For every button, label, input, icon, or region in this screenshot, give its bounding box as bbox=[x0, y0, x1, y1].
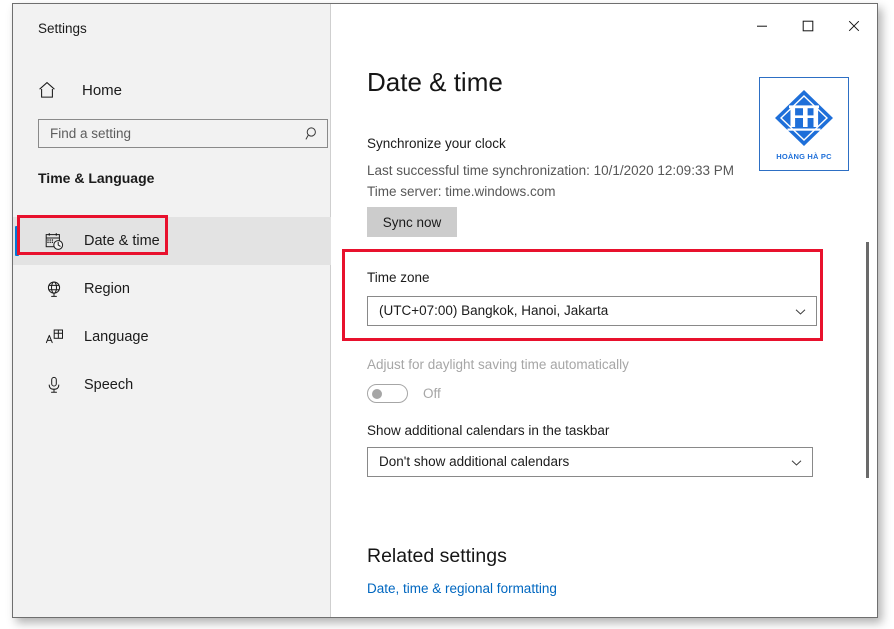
page-title: Date & time bbox=[367, 68, 503, 97]
minimize-button[interactable] bbox=[739, 4, 785, 48]
window-title: Settings bbox=[38, 22, 87, 36]
calendars-label: Show additional calendars in the taskbar bbox=[367, 424, 609, 438]
related-settings-title: Related settings bbox=[367, 546, 507, 567]
close-button[interactable] bbox=[831, 4, 877, 48]
related-settings-link[interactable]: Date, time & regional formatting bbox=[367, 582, 557, 596]
search-box[interactable] bbox=[38, 119, 328, 148]
dst-label: Adjust for daylight saving time automati… bbox=[367, 358, 629, 372]
watermark-logo: HOÀNG HÀ PC bbox=[759, 77, 849, 171]
globe-icon bbox=[41, 280, 67, 298]
time-server-text: Time server: time.windows.com bbox=[367, 185, 556, 199]
settings-window: Settings Home bbox=[12, 3, 878, 618]
sidebar-item-label: Region bbox=[84, 282, 130, 297]
time-zone-label: Time zone bbox=[367, 271, 430, 285]
sidebar-section-title: Time & Language bbox=[38, 171, 154, 185]
calendars-dropdown[interactable]: Don't show additional calendars bbox=[367, 447, 813, 477]
calendar-clock-icon bbox=[41, 232, 67, 251]
sidebar-item-language[interactable]: Language bbox=[13, 313, 331, 361]
scrollbar-thumb[interactable] bbox=[866, 242, 869, 478]
selection-indicator bbox=[15, 226, 19, 256]
chevron-down-icon bbox=[784, 305, 816, 318]
time-zone-value: (UTC+07:00) Bangkok, Hanoi, Jakarta bbox=[368, 304, 784, 318]
sync-now-button[interactable]: Sync now bbox=[367, 207, 457, 237]
toggle-knob bbox=[372, 389, 382, 399]
microphone-icon bbox=[41, 376, 67, 394]
sync-heading: Synchronize your clock bbox=[367, 137, 506, 151]
sidebar-item-speech[interactable]: Speech bbox=[13, 361, 331, 409]
sidebar-item-label: Date & time bbox=[84, 234, 160, 249]
time-zone-dropdown[interactable]: (UTC+07:00) Bangkok, Hanoi, Jakarta bbox=[367, 296, 817, 326]
watermark-text: HOÀNG HÀ PC bbox=[776, 152, 832, 161]
language-icon bbox=[41, 328, 67, 347]
sidebar-item-date-and-time[interactable]: Date & time bbox=[13, 217, 331, 265]
sidebar-home-label: Home bbox=[82, 83, 122, 98]
sidebar-item-region[interactable]: Region bbox=[13, 265, 331, 313]
search-input[interactable] bbox=[39, 120, 297, 147]
maximize-button[interactable] bbox=[785, 4, 831, 48]
sidebar-item-home[interactable]: Home bbox=[26, 73, 318, 107]
chevron-down-icon bbox=[780, 456, 812, 469]
dst-toggle-state: Off bbox=[423, 387, 441, 401]
main-content: Date & time Synchronize your clock Last … bbox=[331, 4, 877, 617]
window-controls bbox=[739, 4, 877, 48]
sidebar: Settings Home bbox=[13, 4, 331, 617]
home-icon bbox=[38, 81, 64, 99]
sidebar-item-label: Speech bbox=[84, 378, 133, 393]
calendars-value: Don't show additional calendars bbox=[368, 455, 780, 469]
hh-diamond-icon bbox=[772, 87, 836, 151]
sidebar-item-label: Language bbox=[84, 330, 149, 345]
window-titlebar[interactable]: Settings bbox=[13, 4, 331, 50]
screen: Settings Home bbox=[0, 0, 894, 629]
sidebar-nav: Date & time Region bbox=[13, 217, 331, 409]
search-icon[interactable] bbox=[297, 126, 327, 141]
content-scrollbar[interactable] bbox=[861, 48, 873, 617]
dst-toggle-row[interactable]: Off bbox=[367, 384, 441, 403]
last-sync-text: Last successful time synchronization: 10… bbox=[367, 164, 734, 178]
dst-toggle[interactable] bbox=[367, 384, 408, 403]
